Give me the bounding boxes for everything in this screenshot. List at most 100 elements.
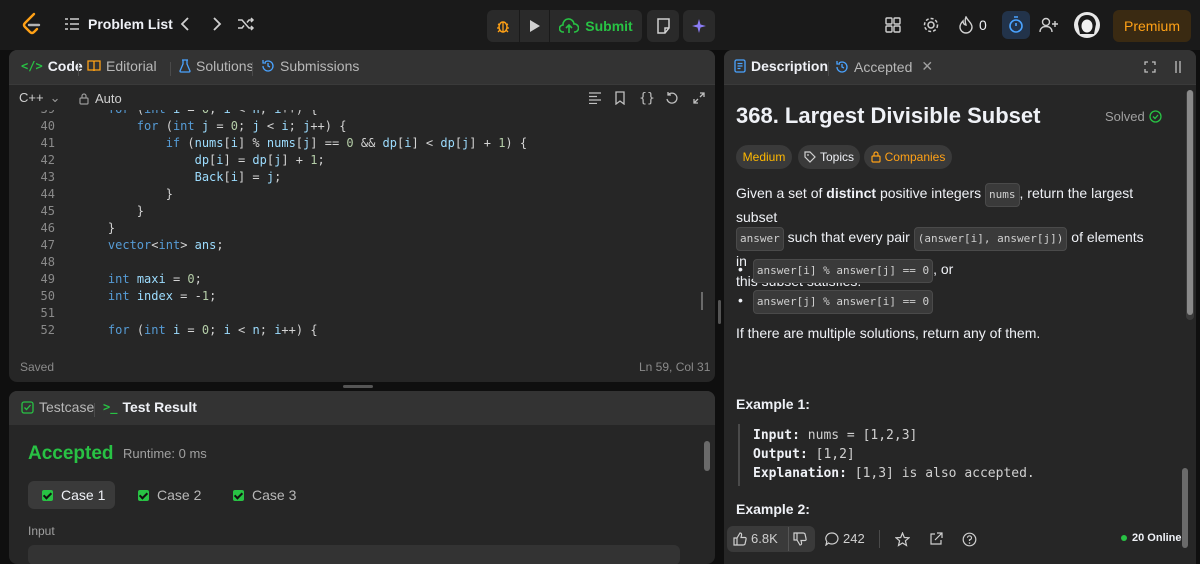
example-1-bar [738,424,740,486]
line-number: 40 [40,119,55,133]
problem-list-icon[interactable] [64,16,80,32]
check-icon [233,489,244,501]
check-icon [138,489,149,501]
ai-assist-button[interactable] [683,10,715,42]
tab-accepted[interactable]: Accepted ✕ [835,58,933,75]
runtime: Runtime: 0 ms [123,446,207,461]
premium-button[interactable]: Premium [1113,10,1191,42]
add-friend-icon[interactable] [1038,15,1060,35]
run-button[interactable] [520,10,549,42]
condition-2: • answer[j] % answer[i] == 0 [738,290,934,314]
reset-icon[interactable] [664,90,680,106]
braces-icon[interactable]: {} [637,89,657,107]
layout-icon[interactable] [884,16,902,34]
submit-button[interactable]: Submit [550,10,642,42]
tab-solutions[interactable]: Solutions [179,58,254,74]
case-1-tab[interactable]: Case 1 [28,481,115,509]
topics-button[interactable]: Topics [798,145,860,169]
example-1-input: Input: nums = [1,2,3] [753,428,918,443]
code-text: if (nums[i] % nums[j] == 0 && dp[i] < dp… [165,136,528,150]
leetcode-logo[interactable] [20,12,44,38]
format-icon[interactable] [587,90,603,106]
shuffle-icon[interactable] [236,15,256,33]
editor-scrollbar[interactable] [701,292,711,310]
line-number: 41 [40,136,55,150]
tab-description[interactable]: Description [734,58,828,74]
line-number: 44 [40,187,55,201]
streak-fire-icon[interactable] [958,15,974,35]
comment-icon [825,531,839,546]
cursor-position: Ln 59, Col 31 [639,360,711,374]
code-text: dp[i] = dp[j] + 1; [194,153,325,167]
auto-mode[interactable]: Auto [79,91,122,106]
test-result-panel: Testcase >_ Test Result Accepted Runtime… [9,391,715,564]
tab-testcase[interactable]: Testcase [21,399,94,415]
resize-handle-horizontal[interactable] [343,385,373,388]
online-count: 20 Online [1121,532,1182,544]
result-status: Accepted [28,443,114,464]
line-number: 47 [40,238,55,252]
fullscreen-icon[interactable] [1142,59,1158,75]
problem-title[interactable]: 368. Largest Divisible Subset [736,103,1040,129]
star-icon[interactable] [893,530,911,548]
line-number: 49 [40,272,55,286]
tab-editorial[interactable]: Editorial [87,58,157,74]
tab-submissions[interactable]: Submissions [261,58,359,74]
language-select[interactable]: C++ ⌄ [19,90,60,106]
document-icon [734,59,746,73]
bookmark-icon[interactable] [612,90,628,106]
avatar[interactable] [1074,12,1100,38]
code-editor[interactable]: 39 for (int i = 0; i < n; i++) {40 for (… [9,110,699,340]
test-panel-header: Testcase >_ Test Result [9,391,715,425]
expand-icon[interactable] [691,90,707,106]
example-1-output: Output: [1,2] [753,447,855,462]
share-icon[interactable] [927,530,945,548]
tag-icon [804,151,816,163]
settings-gear-icon[interactable] [921,15,941,35]
code-text: for (int i = 0; i < n; i++) { [79,110,318,116]
description-header: Description Accepted ✕ [724,50,1196,84]
prev-problem-icon[interactable] [176,14,194,34]
debug-button[interactable] [487,10,519,42]
example-2-title: Example 2: [736,501,810,517]
difficulty-badge: Medium [736,145,792,169]
code-text: vector<int> ans; [107,238,224,252]
help-icon[interactable] [960,530,978,548]
close-icon[interactable]: ✕ [921,58,933,75]
online-dot-icon [1121,535,1127,541]
code-text: int maxi = 0; [107,272,202,286]
code-text: } [79,221,116,235]
code-text: } [79,187,173,201]
next-problem-icon[interactable] [208,14,226,34]
code-text: int index = -1; [107,289,217,303]
problem-list-link[interactable]: Problem List [88,16,173,32]
code-text: for (int i = 0; i < n; i++) { [107,323,318,337]
lock-icon [79,92,89,105]
case-3-tab[interactable]: Case 3 [219,481,305,509]
solved-badge: Solved [1105,109,1162,124]
notes-button[interactable] [647,10,679,42]
companies-button[interactable]: Companies [864,145,952,169]
collapse-icon[interactable] [1170,59,1186,75]
line-number: 45 [40,204,55,218]
like-button[interactable]: 6.8K [733,531,778,546]
code-text: for (int j = 0; j < i; j++) { [136,119,347,133]
case-2-tab[interactable]: Case 2 [124,481,210,509]
code-text: } [79,204,145,218]
thumbs-down-icon[interactable] [792,531,808,547]
timer-icon[interactable] [1002,11,1030,39]
comments-button[interactable]: 242 [825,531,865,546]
description-scrollbar[interactable] [1186,90,1194,320]
footer-scrollbar[interactable] [1182,468,1188,548]
checkbox-icon [21,400,34,414]
line-number: 46 [40,221,55,235]
result-scrollbar[interactable] [704,441,710,471]
line-number: 52 [40,323,55,337]
history-icon [262,60,274,72]
tab-test-result[interactable]: >_ Test Result [103,399,197,415]
tab-code[interactable]: </> Code [21,58,83,74]
input-label: Input [28,524,55,538]
lock-icon [871,151,881,163]
resize-handle-vertical[interactable] [718,300,721,324]
cloud-upload-icon [559,18,580,33]
